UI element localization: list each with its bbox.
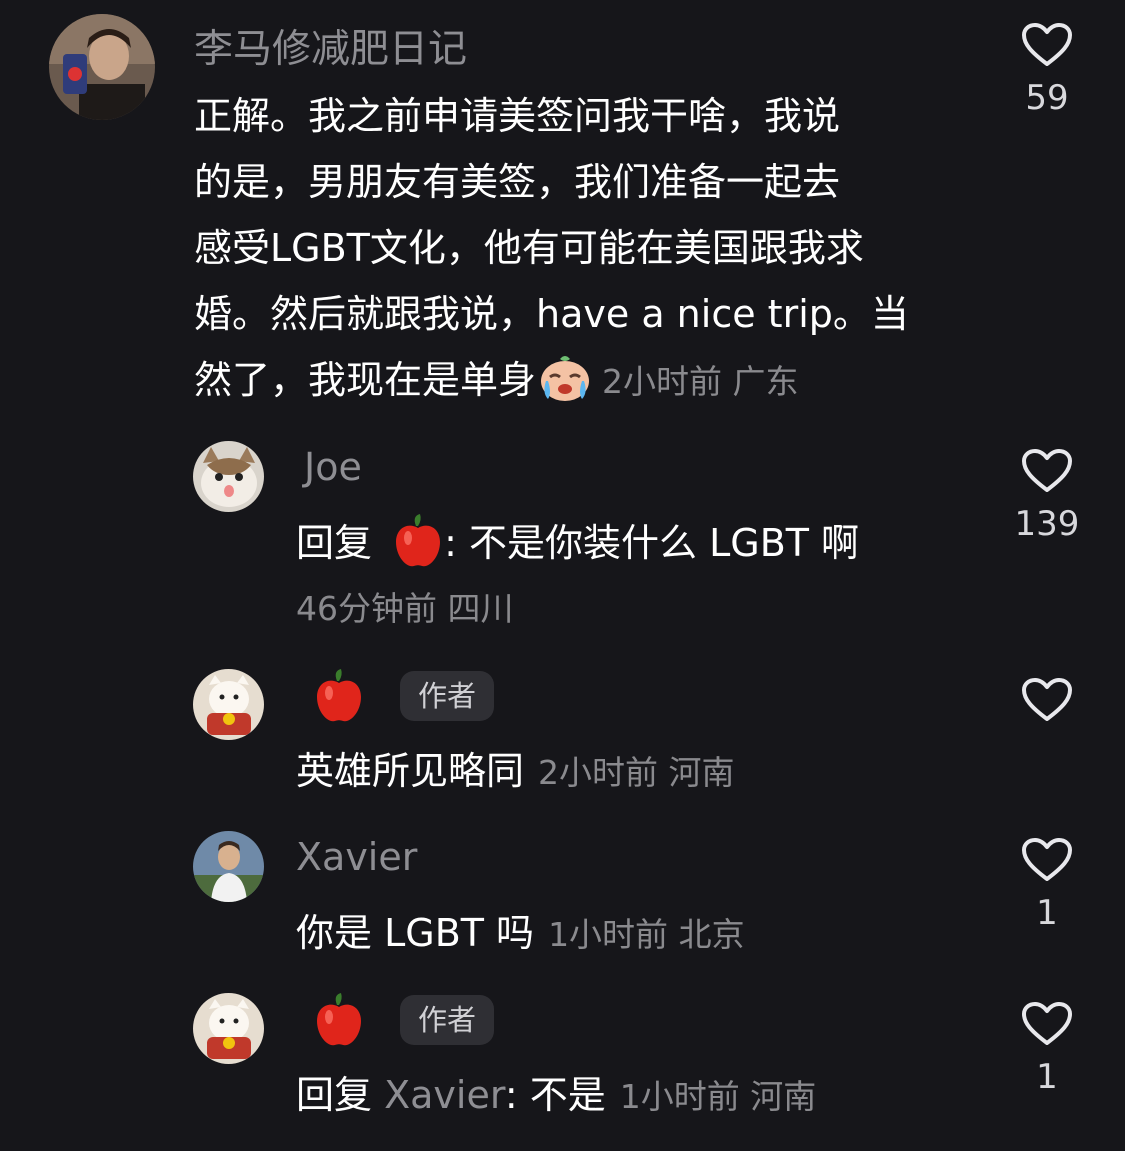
author-badge: 作者: [400, 671, 495, 721]
reply-text: 回复 Xavier: 不是 1小时前 河南: [296, 1064, 816, 1119]
like-button[interactable]: 1: [997, 837, 1097, 933]
reply-target[interactable]: Xavier: [384, 1073, 505, 1117]
user-avatar-icon: [49, 14, 155, 120]
reply-item: 作者 英雄所见略同 2小时前 河南: [0, 660, 1125, 810]
comment-location: 四川: [447, 589, 514, 628]
comment-text-line-last: 然了，我现在是单身 2小时前 广东: [194, 349, 799, 404]
comment-location: 北京: [678, 915, 745, 954]
comment-location: 河南: [668, 753, 735, 792]
reply-content: : 不是: [504, 1073, 606, 1117]
apple-icon[interactable]: [313, 993, 365, 1047]
comment-item: 李马修减肥日记 正解。我之前申请美签问我干啥，我说 的是，男朋友有美签，我们准备…: [0, 0, 1125, 420]
like-button[interactable]: 139: [997, 448, 1097, 544]
apple-icon[interactable]: [313, 669, 365, 723]
reply-item: 作者 回复 Xavier: 不是 1小时前 河南 1: [0, 984, 1125, 1144]
comment-time: 1小时前: [619, 1077, 740, 1116]
reply-text: 你是 LGBT 吗 1小时前 北京: [296, 902, 745, 957]
avatar[interactable]: [193, 831, 264, 902]
reply-item: Joe 回复 : 不是你装什么 LGBT 啊 46分钟前 四川 139: [0, 430, 1125, 630]
reply-meta: 46分钟前 四川: [296, 582, 514, 630]
avatar[interactable]: [193, 993, 264, 1064]
reply-item: Xavier 你是 LGBT 吗 1小时前 北京 1: [0, 820, 1125, 970]
like-button[interactable]: [997, 677, 1097, 723]
lucky-cat-avatar-icon: [193, 669, 264, 740]
heart-icon: [1022, 838, 1072, 881]
comment-time: 2小时前: [602, 362, 723, 401]
comment-text-line: 正解。我之前申请美签问我干啥，我说: [194, 94, 841, 138]
comment-time: 46分钟前: [296, 589, 437, 628]
crying-face-icon: [541, 356, 590, 401]
reply-text: 英雄所见略同 2小时前 河南: [296, 740, 735, 795]
avatar[interactable]: [193, 441, 264, 512]
heart-icon: [1022, 678, 1072, 721]
person-avatar-icon: [193, 831, 264, 902]
comment-author-name[interactable]: 李马修减肥日记: [194, 18, 467, 74]
like-count: 59: [1025, 78, 1069, 118]
like-button[interactable]: 59: [997, 22, 1097, 118]
comment-text-line: 婚。然后就跟我说，have a nice trip。当: [194, 292, 909, 336]
comment-text-line: 然了，我现在是单身: [194, 358, 537, 402]
comment-time: 1小时前: [548, 915, 669, 954]
apple-icon[interactable]: [392, 514, 444, 568]
cat-avatar-icon: [193, 441, 264, 512]
heart-icon: [1022, 1002, 1072, 1045]
comment-text-line: 感受LGBT文化，他有可能在美国跟我求: [194, 226, 864, 270]
heart-icon: [1022, 23, 1072, 66]
reply-content: 你是 LGBT 吗: [296, 911, 535, 955]
reply-content: : 不是你装什么 LGBT 啊: [444, 521, 860, 565]
reply-content: 英雄所见略同: [296, 749, 525, 793]
like-count: 139: [1014, 504, 1080, 544]
author-badge: 作者: [400, 995, 495, 1045]
reply-author-name[interactable]: Xavier: [296, 835, 417, 879]
reply-text: 回复 : 不是你装什么 LGBT 啊: [296, 512, 859, 568]
comment-time: 2小时前: [538, 753, 659, 792]
like-count: 1: [1036, 893, 1058, 933]
reply-author-name[interactable]: Joe: [304, 445, 362, 489]
heart-icon: [1022, 449, 1072, 492]
comment-location: 河南: [750, 1077, 817, 1116]
comment-text-line: 的是，男朋友有美签，我们准备一起去: [194, 160, 841, 204]
reply-prefix: 回复: [296, 521, 373, 565]
avatar[interactable]: [49, 14, 155, 120]
reply-prefix: 回复: [296, 1073, 373, 1117]
lucky-cat-avatar-icon: [193, 993, 264, 1064]
avatar[interactable]: [193, 669, 264, 740]
comment-location: 广东: [732, 362, 799, 401]
like-button[interactable]: 1: [997, 1001, 1097, 1097]
like-count: 1: [1036, 1057, 1058, 1097]
